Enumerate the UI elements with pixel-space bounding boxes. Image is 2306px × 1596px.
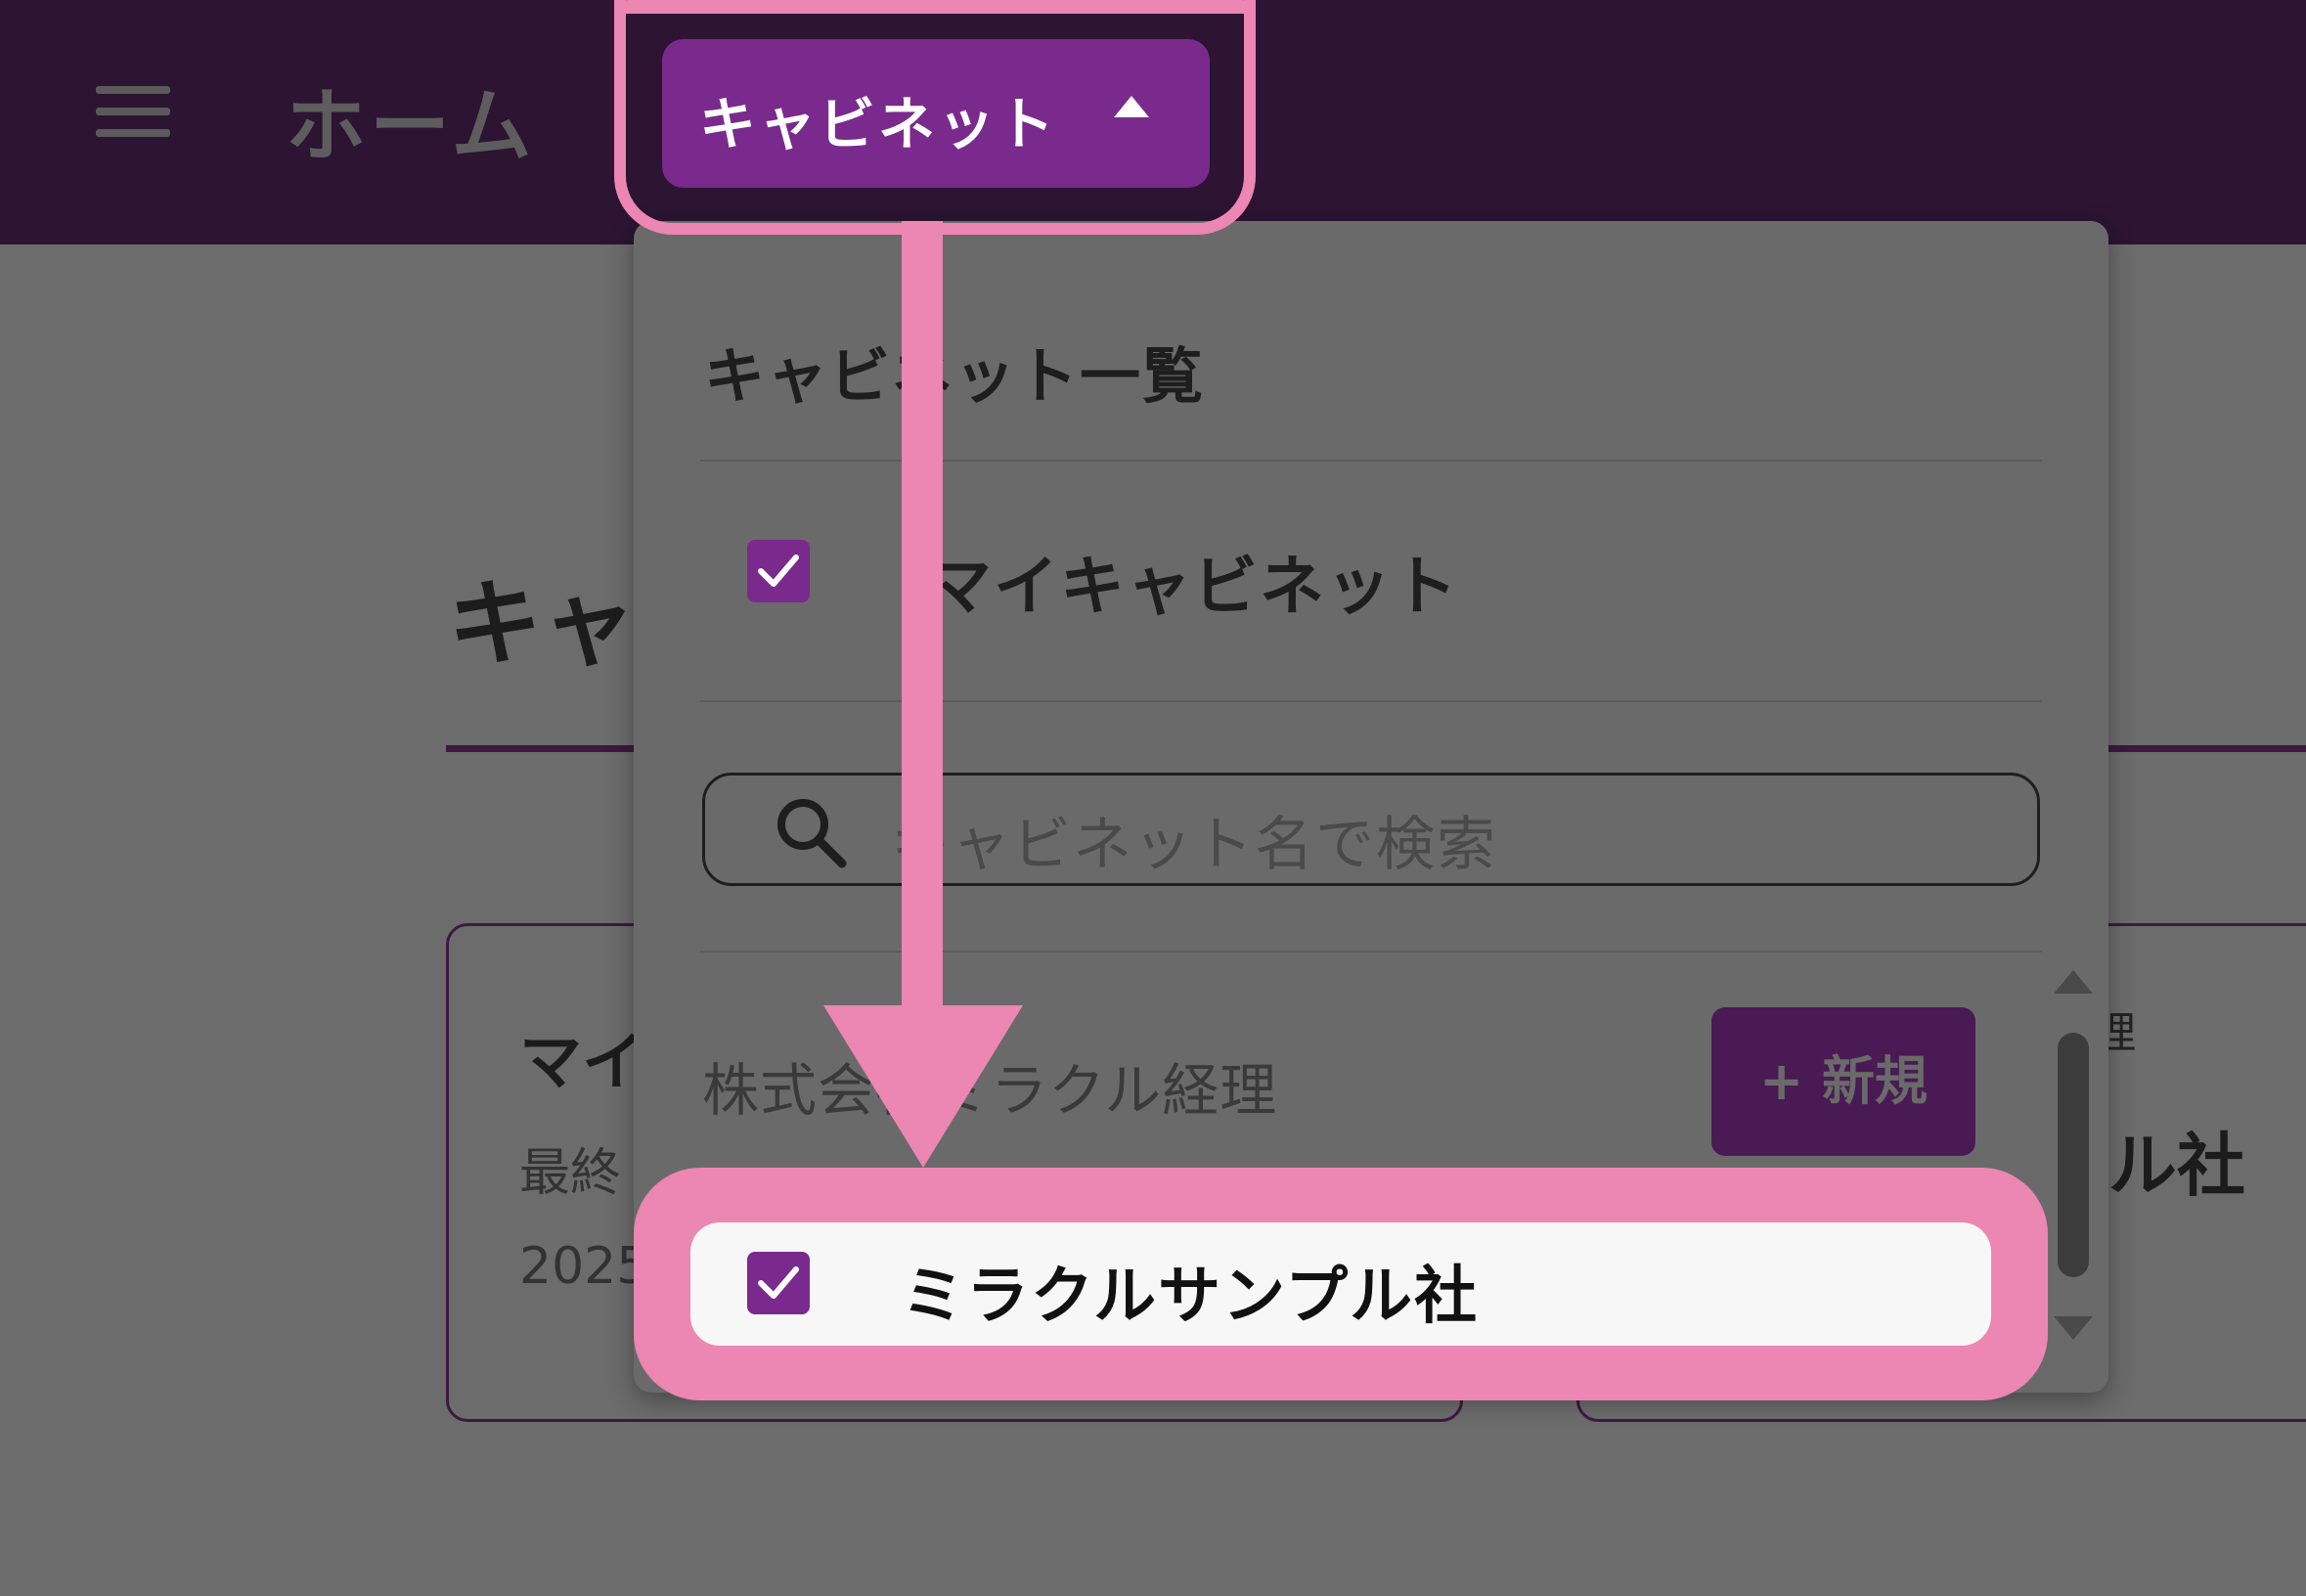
annotation-arrow-head: [823, 1005, 1023, 1168]
cabinet-item-checkbox[interactable]: [747, 1252, 810, 1314]
home-nav-link[interactable]: ホーム: [286, 61, 536, 177]
checkmark-icon: [758, 554, 799, 587]
scroll-down-arrow-icon[interactable]: [2054, 1316, 2093, 1340]
cabinet-button-label: キャビネット: [699, 91, 1058, 157]
cabinet-list-heading: キャビネット一覧: [704, 340, 1206, 412]
cabinet-card-title: マイ: [519, 1027, 644, 1099]
caret-up-icon: [1114, 96, 1149, 117]
cabinet-item-label[interactable]: ミラクルサンプル社: [902, 1246, 1479, 1336]
cabinet-card-date: 2025: [519, 1237, 649, 1296]
new-cabinet-button[interactable]: + 新規: [1711, 1007, 1975, 1156]
my-cabinet-checkbox[interactable]: [747, 540, 810, 602]
search-placeholder: キャビネット名で検索: [891, 811, 1497, 879]
annotation-arrow-shaft: [902, 221, 943, 1023]
checkmark-icon: [758, 1266, 799, 1299]
search-icon: [774, 795, 848, 873]
my-cabinet-label[interactable]: マイキャビネット: [927, 534, 1459, 628]
scroll-up-arrow-icon[interactable]: [2054, 970, 2093, 994]
cabinet-card-meta: 最終: [519, 1144, 622, 1203]
page-title: キャ: [448, 569, 636, 679]
hamburger-menu-icon[interactable]: [96, 86, 170, 137]
scrollbar-thumb[interactable]: [2058, 1033, 2089, 1277]
cabinet-card-title: ル社: [2108, 1126, 2245, 1206]
cabinet-dropdown-button[interactable]: キャビネット: [662, 39, 1210, 188]
